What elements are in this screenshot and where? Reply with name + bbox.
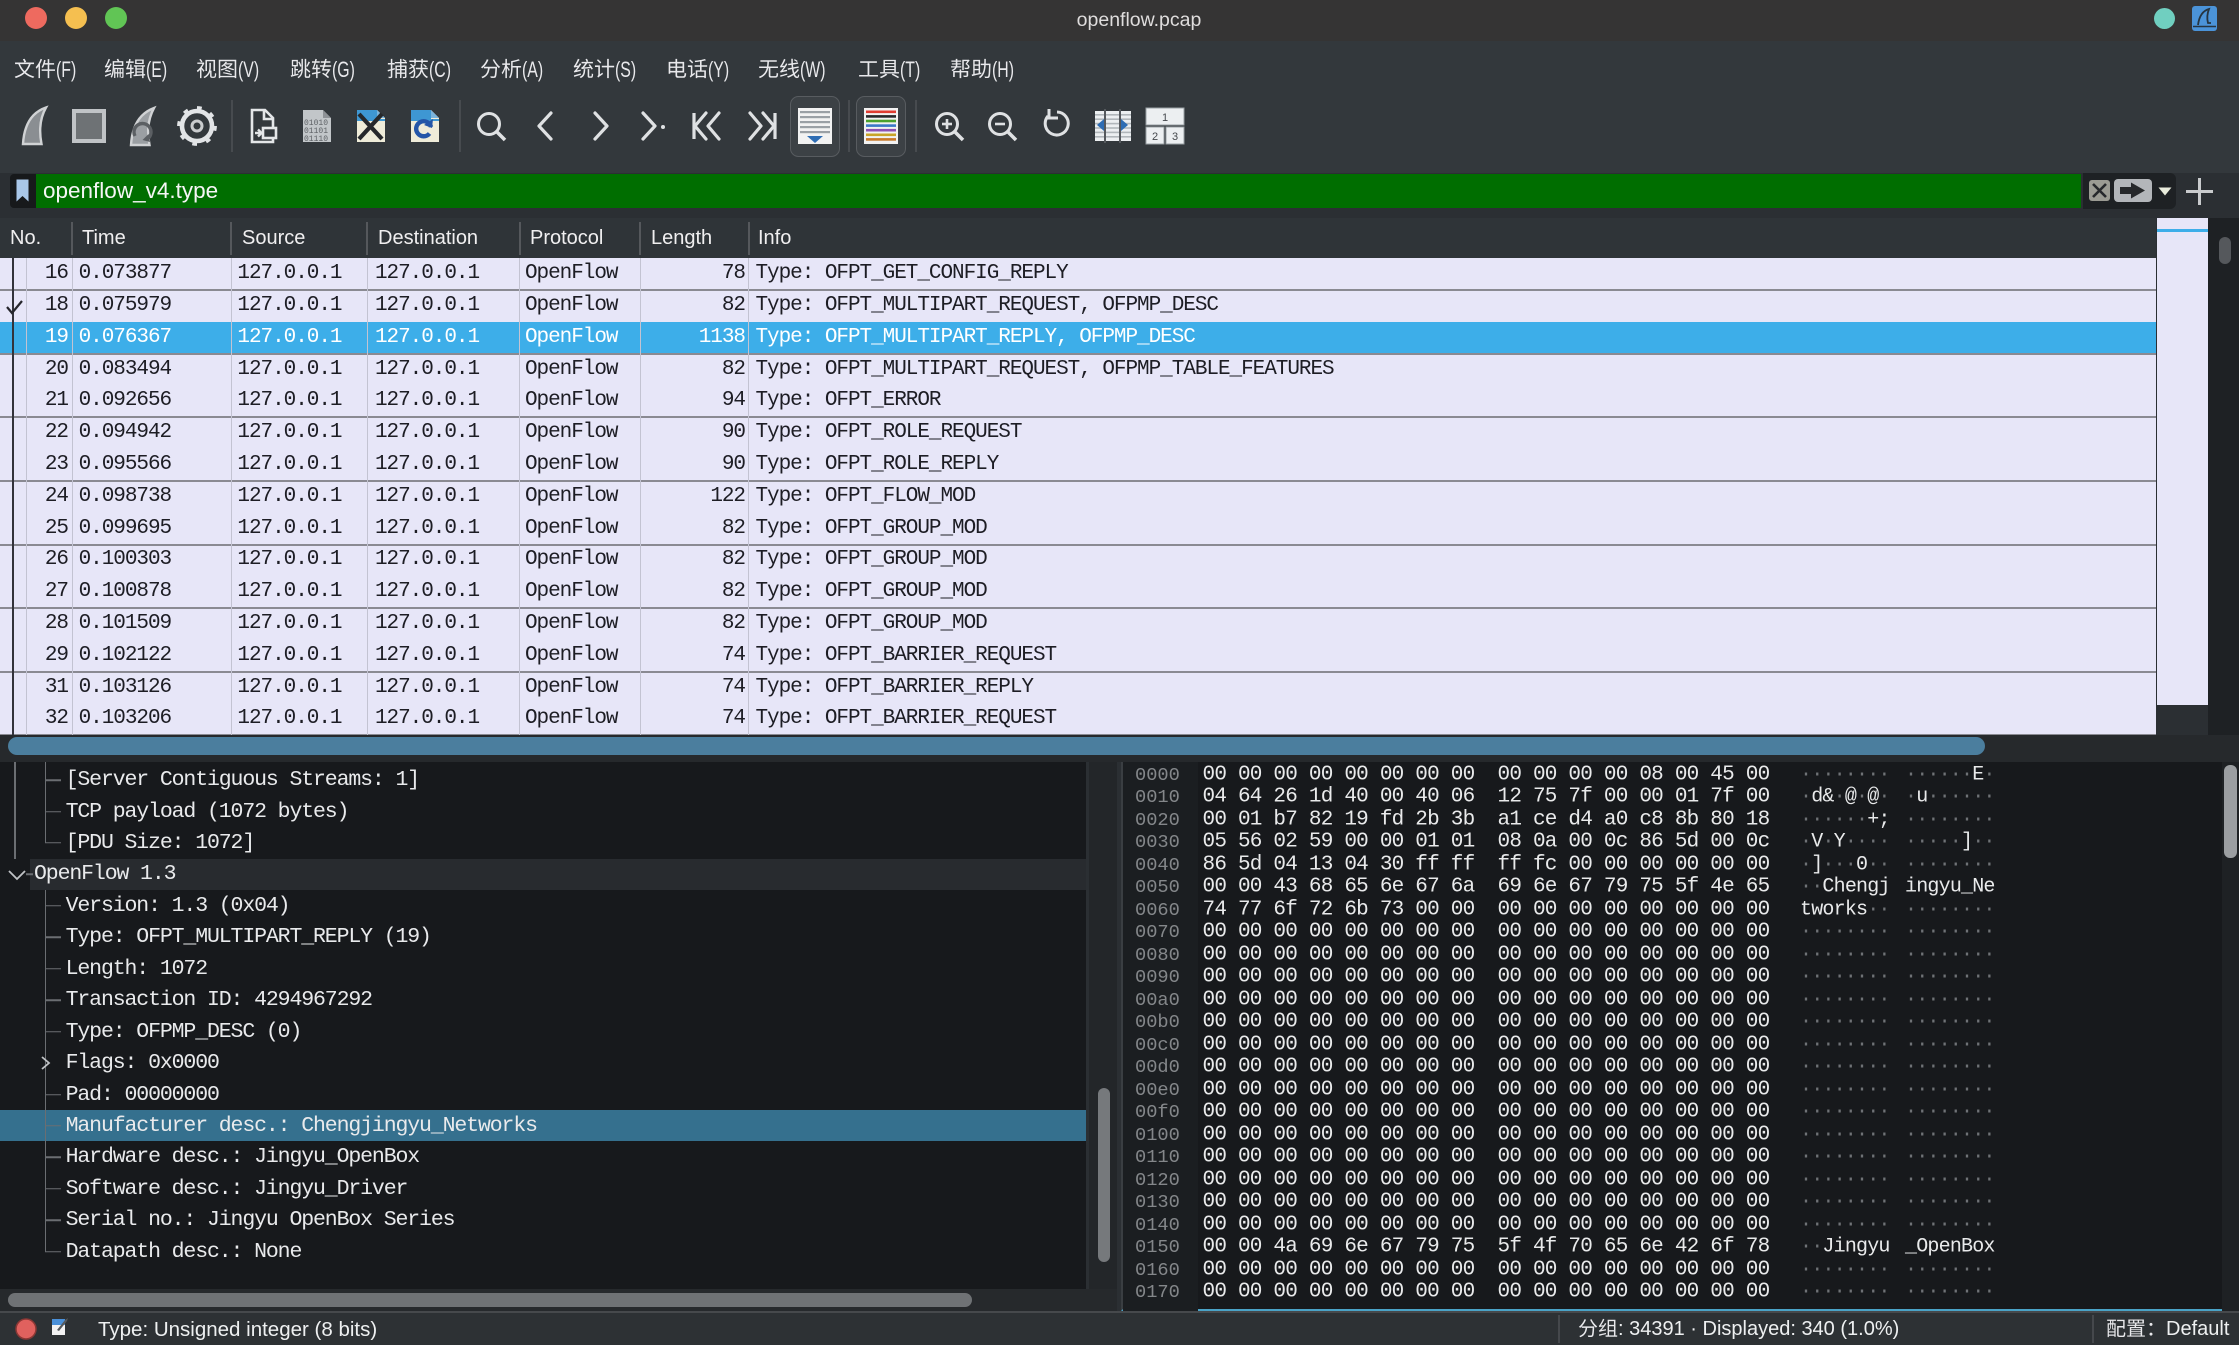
svg-text:01110: 01110 — [304, 135, 328, 144]
